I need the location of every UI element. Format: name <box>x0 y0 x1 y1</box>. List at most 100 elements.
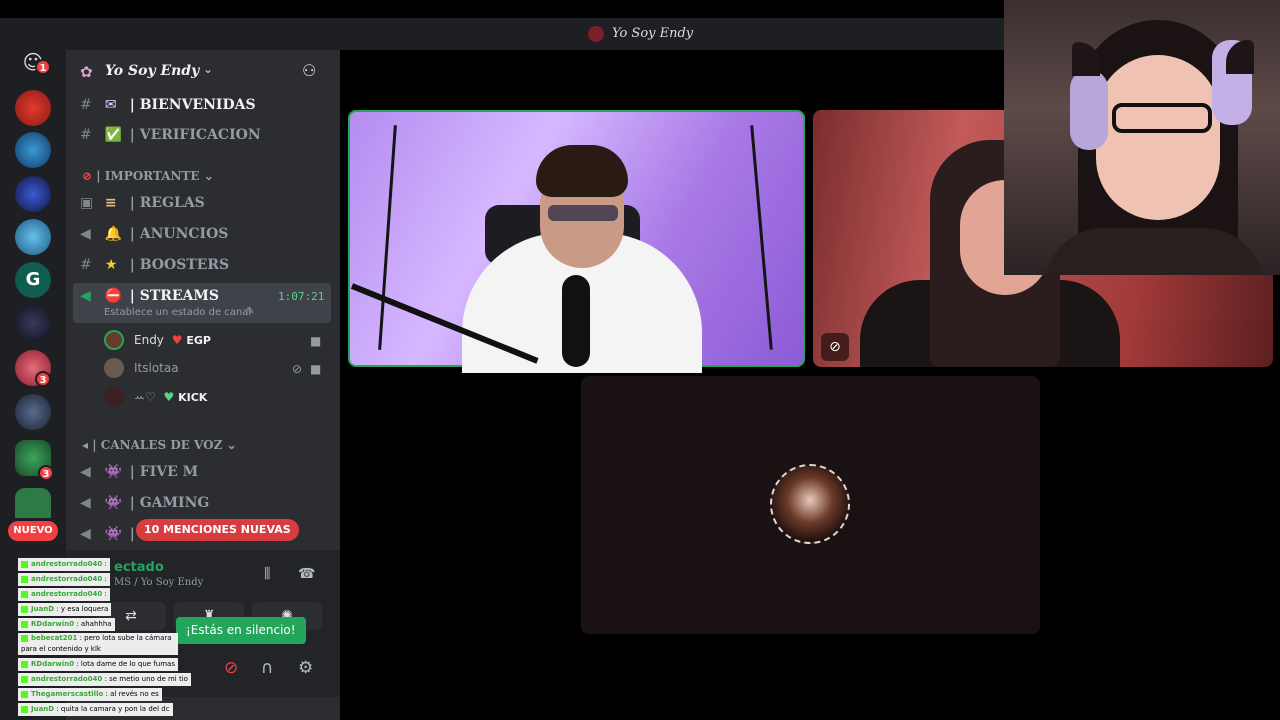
pencil-icon[interactable]: ✎ <box>246 306 254 317</box>
figure-glasses <box>1112 103 1212 133</box>
headphones-icon[interactable]: ∩ <box>261 658 273 678</box>
server-icon-2[interactable] <box>15 132 51 168</box>
chat-user: JuanD <box>31 605 55 613</box>
speaker-icon: ◀ <box>80 526 91 542</box>
channel-prefix: | <box>129 97 135 113</box>
avatar <box>104 330 124 350</box>
server-icon-5[interactable]: G <box>15 262 51 298</box>
chat-text: : <box>104 575 107 583</box>
chat-badge-icon <box>21 620 28 628</box>
chat-user: JuanD <box>31 705 55 713</box>
chat-user: andrestorrado040 <box>31 675 103 683</box>
server-icon-8[interactable] <box>15 394 51 430</box>
chat-text: : quita la camara y pon la del dc <box>56 705 170 713</box>
hash-icon: # <box>80 257 92 273</box>
channel-gaming[interactable]: ◀ 👾 | GAMING <box>80 495 209 511</box>
add-user-icon[interactable]: ⚇ <box>302 61 316 80</box>
hash-icon: # <box>80 127 92 143</box>
channel-boosters[interactable]: # ★ | BOOSTERS <box>80 257 229 273</box>
voice-status: ectado <box>114 560 164 575</box>
server-icon-3[interactable] <box>15 176 51 212</box>
avatar <box>104 358 124 378</box>
channel-label: | FIVE M <box>129 464 199 480</box>
speaker-icon: ◀ <box>80 288 91 304</box>
channel-reglas[interactable]: ▣ ≡ | REGLAS <box>80 195 205 211</box>
channel-verificacion[interactable]: # ✅ | VERIFICACION <box>80 127 261 143</box>
category-label: | IMPORTANTE <box>96 169 200 183</box>
server-name: Yo Soy Endy <box>105 63 200 79</box>
books-icon: ≡ <box>104 195 117 211</box>
headset-icon <box>1070 70 1108 150</box>
figure-glasses <box>548 205 618 221</box>
channel-anuncios[interactable]: ◀ 🔔 | ANUNCIOS <box>80 226 228 242</box>
muted-tooltip: ¡Estás en silencio! <box>176 617 306 644</box>
server-badge: 3 <box>35 371 51 387</box>
server-icon-6[interactable] <box>15 305 51 341</box>
server-header[interactable]: ✿ Yo Soy Endy ⌄ ⚇ <box>66 50 340 94</box>
chat-badge-icon <box>21 560 28 568</box>
flower-icon: ✿ <box>80 63 93 81</box>
channel-streams[interactable]: ◀ ⛔ | STREAMS <box>80 288 219 304</box>
chat-badge-icon <box>21 634 28 642</box>
mail-icon: ✉ <box>104 97 117 113</box>
chat-badge-icon <box>21 690 28 698</box>
server-icon-1[interactable] <box>15 90 51 126</box>
chat-user: Thegamerscastillo <box>31 690 104 698</box>
chat-text: : ahahhha <box>76 620 112 628</box>
channel-five-m[interactable]: ◀ 👾 | FIVE M <box>80 464 198 480</box>
server-avatar-icon <box>588 26 604 42</box>
disconnect-icon[interactable]: ☎ <box>298 566 315 582</box>
chat-user: bebecat201 <box>31 634 78 642</box>
voice-user-label: Itslotaa <box>134 361 179 375</box>
green-heart-icon: ♥ <box>163 390 175 404</box>
chat-message: JuanD : quita la camara y pon la del dc <box>18 703 173 716</box>
chat-user: andrestorrado040 <box>31 575 103 583</box>
alien-icon: 👾 <box>104 526 123 542</box>
chat-badge-icon <box>21 675 28 683</box>
category-canales-de-voz[interactable]: ◂ | CANALES DE VOZ ⌄ <box>82 438 237 452</box>
video-icon: ■ <box>310 362 322 376</box>
chat-message: andrestorrado040 : se metio uno de mi ti… <box>18 673 191 686</box>
chat-text: : se metio uno de mi tio <box>104 675 188 683</box>
voice-timer: 1:07:21 <box>278 290 325 303</box>
channel-partial[interactable]: ◀ 👾 | <box>80 526 135 542</box>
chat-badge-icon <box>21 590 28 598</box>
gear-icon[interactable]: ⚙ <box>298 658 313 678</box>
speaker-icon: ◂ <box>82 438 89 452</box>
chevron-down-icon: ⌄ <box>226 438 237 452</box>
chat-text: : lota dame de lo que fumas <box>76 660 175 668</box>
voice-channel-path[interactable]: MS / Yo Soy Endy <box>114 577 203 588</box>
new-mentions-pill[interactable]: 10 MENCIONES NUEVAS <box>136 519 299 541</box>
avatar <box>770 464 850 544</box>
checkmark-icon: ✅ <box>104 127 123 143</box>
channel-bienvenidas[interactable]: # ✉ | BIENVENIDAS <box>80 97 256 113</box>
bell-icon: 🔔 <box>104 226 123 242</box>
rules-icon: ▣ <box>80 195 94 211</box>
server-icon-10[interactable] <box>15 488 51 518</box>
category-importante[interactable]: ⊘ | IMPORTANTE ⌄ <box>82 169 214 183</box>
figure-face <box>1096 55 1220 220</box>
no-entry-icon: ⊘ <box>82 169 93 183</box>
hash-icon: # <box>80 97 92 113</box>
channel-status[interactable]: Establece un estado de canal <box>104 307 251 318</box>
soundwave-icon[interactable]: ⫼ <box>264 566 270 582</box>
mic-muted-icon[interactable]: ⊘ <box>224 658 238 678</box>
category-label: | CANALES DE VOZ <box>92 438 223 452</box>
microphone-decoration <box>562 275 590 367</box>
chat-user: andrestorrado040 <box>31 560 103 568</box>
alien-icon: 👾 <box>104 495 123 511</box>
chat-badge-icon <box>21 705 28 713</box>
voice-user-name: Itslotaa <box>134 361 179 375</box>
new-servers-pill[interactable]: NUEVO <box>8 521 58 541</box>
chat-badge-icon <box>21 605 28 613</box>
voice-user-name: Endy ♥ EGP <box>134 333 211 347</box>
chat-message: andrestorrado040 : <box>18 588 110 601</box>
chat-text: : <box>104 590 107 598</box>
server-icon-4[interactable] <box>15 219 51 255</box>
speaker-icon: ◀ <box>80 464 91 480</box>
figure-body <box>1044 228 1264 275</box>
server-badge: 3 <box>38 465 54 481</box>
mic-muted-icon: ⊘ <box>821 333 849 361</box>
channel-label: | ANUNCIOS <box>129 226 229 242</box>
channel-label: BIENVENIDAS <box>139 97 256 113</box>
